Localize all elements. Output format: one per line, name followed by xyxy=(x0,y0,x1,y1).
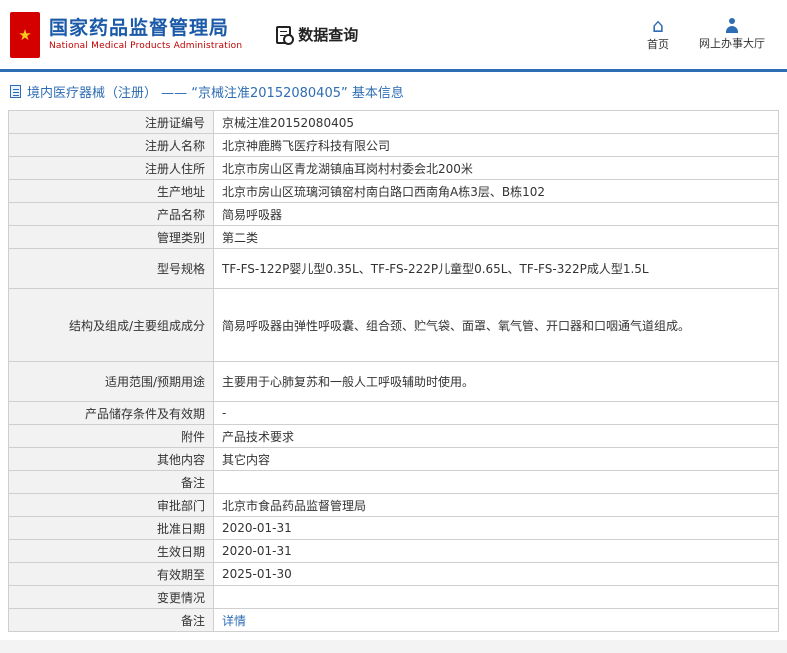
field-value: 简易呼吸器由弹性呼吸囊、组合颈、贮气袋、面罩、氧气管、开口器和口咽通气道组成。 xyxy=(214,289,779,362)
field-label: 型号规格 xyxy=(9,249,214,289)
field-value: 北京神鹿腾飞医疗科技有限公司 xyxy=(214,134,779,157)
nav-home[interactable]: ⌂ 首页 xyxy=(647,18,669,52)
data-query-label: 数据查询 xyxy=(298,24,358,45)
field-value: TF-FS-122P婴儿型0.35L、TF-FS-222P儿童型0.65L、TF… xyxy=(214,249,779,289)
document-icon xyxy=(10,85,21,98)
table-row: 备注 详情 xyxy=(9,609,779,632)
field-label: 产品名称 xyxy=(9,203,214,226)
field-label: 管理类别 xyxy=(9,226,214,249)
field-value: 北京市房山区琉璃河镇窑村南白路口西南角A栋3层、B栋102 xyxy=(214,180,779,203)
data-query-nav[interactable]: 数据查询 xyxy=(276,24,358,45)
top-nav: ⌂ 首页 网上办事大厅 xyxy=(647,18,765,52)
table-row: 管理类别 第二类 xyxy=(9,226,779,249)
field-label: 备注 xyxy=(9,471,214,494)
data-query-icon xyxy=(276,26,291,44)
table-row: 变更情况 xyxy=(9,586,779,609)
nav-service-hall-label: 网上办事大厅 xyxy=(699,35,765,51)
org-name: 国家药品监督管理局 xyxy=(49,18,242,39)
table-row: 注册证编号 京械注准20152080405 xyxy=(9,111,779,134)
site-header: ★ 国家药品监督管理局 National Medical Products Ad… xyxy=(0,0,787,69)
field-label: 变更情况 xyxy=(9,586,214,609)
field-value: 北京市房山区青龙湖镇庙耳岗村村委会北200米 xyxy=(214,157,779,180)
table-row: 附件 产品技术要求 xyxy=(9,425,779,448)
field-value: 简易呼吸器 xyxy=(214,203,779,226)
field-value: 产品技术要求 xyxy=(214,425,779,448)
field-label: 注册证编号 xyxy=(9,111,214,134)
field-label: 备注 xyxy=(9,609,214,632)
table-row: 其他内容 其它内容 xyxy=(9,448,779,471)
table-row: 有效期至 2025-01-30 xyxy=(9,563,779,586)
user-icon xyxy=(725,18,739,33)
field-label: 生产地址 xyxy=(9,180,214,203)
field-label: 生效日期 xyxy=(9,540,214,563)
detail-link[interactable]: 详情 xyxy=(222,614,246,628)
field-value: 详情 xyxy=(214,609,779,632)
field-label: 注册人名称 xyxy=(9,134,214,157)
field-value: 2025-01-30 xyxy=(214,563,779,586)
field-value: 北京市食品药品监督管理局 xyxy=(214,494,779,517)
table-row: 产品名称 简易呼吸器 xyxy=(9,203,779,226)
org-name-en: National Medical Products Administration xyxy=(49,41,242,51)
table-row: 产品储存条件及有效期 - xyxy=(9,402,779,425)
table-row: 审批部门 北京市食品药品监督管理局 xyxy=(9,494,779,517)
table-row: 注册人名称 北京神鹿腾飞医疗科技有限公司 xyxy=(9,134,779,157)
field-value xyxy=(214,471,779,494)
field-label: 注册人住所 xyxy=(9,157,214,180)
field-label: 附件 xyxy=(9,425,214,448)
table-row: 结构及组成/主要组成成分 简易呼吸器由弹性呼吸囊、组合颈、贮气袋、面罩、氧气管、… xyxy=(9,289,779,362)
field-value: 京械注准20152080405 xyxy=(214,111,779,134)
field-label: 适用范围/预期用途 xyxy=(9,362,214,402)
field-value: - xyxy=(214,402,779,425)
field-label: 结构及组成/主要组成成分 xyxy=(9,289,214,362)
field-value: 2020-01-31 xyxy=(214,517,779,540)
breadcrumb: 境内医疗器械（注册） —— “京械注准20152080405” 基本信息 xyxy=(0,72,787,110)
nav-service-hall[interactable]: 网上办事大厅 xyxy=(699,18,765,52)
table-row: 型号规格 TF-FS-122P婴儿型0.35L、TF-FS-222P儿童型0.6… xyxy=(9,249,779,289)
field-value: 其它内容 xyxy=(214,448,779,471)
field-value xyxy=(214,586,779,609)
field-label: 批准日期 xyxy=(9,517,214,540)
table-row: 注册人住所 北京市房山区青龙湖镇庙耳岗村村委会北200米 xyxy=(9,157,779,180)
field-label: 有效期至 xyxy=(9,563,214,586)
national-emblem-icon: ★ xyxy=(10,12,40,58)
registration-detail-table: 注册证编号 京械注准20152080405 注册人名称 北京神鹿腾飞医疗科技有限… xyxy=(8,110,779,632)
field-value: 2020-01-31 xyxy=(214,540,779,563)
footer-strip xyxy=(0,640,787,653)
table-row: 批准日期 2020-01-31 xyxy=(9,517,779,540)
table-row: 生效日期 2020-01-31 xyxy=(9,540,779,563)
table-row: 生产地址 北京市房山区琉璃河镇窑村南白路口西南角A栋3层、B栋102 xyxy=(9,180,779,203)
field-label: 审批部门 xyxy=(9,494,214,517)
field-label: 产品储存条件及有效期 xyxy=(9,402,214,425)
nav-home-label: 首页 xyxy=(647,36,669,52)
table-row: 备注 xyxy=(9,471,779,494)
home-icon: ⌂ xyxy=(652,18,664,34)
field-value: 第二类 xyxy=(214,226,779,249)
org-title-block: 国家药品监督管理局 National Medical Products Admi… xyxy=(49,18,242,52)
field-label: 其他内容 xyxy=(9,448,214,471)
field-value: 主要用于心肺复苏和一般人工呼吸辅助时使用。 xyxy=(214,362,779,402)
table-row: 适用范围/预期用途 主要用于心肺复苏和一般人工呼吸辅助时使用。 xyxy=(9,362,779,402)
breadcrumb-text: 境内医疗器械（注册） —— “京械注准20152080405” 基本信息 xyxy=(27,82,404,101)
